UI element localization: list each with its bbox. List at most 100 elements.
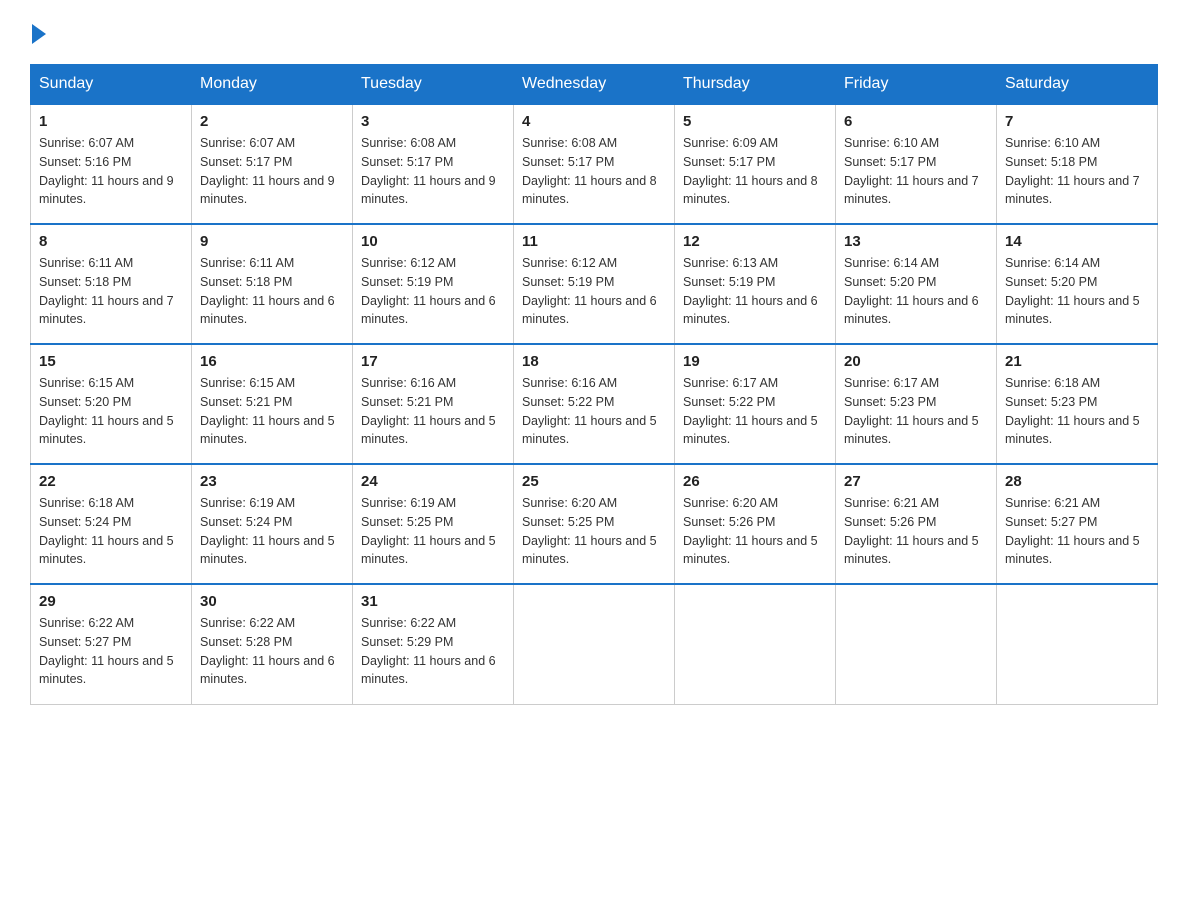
day-info: Sunrise: 6:12 AMSunset: 5:19 PMDaylight:… bbox=[361, 254, 505, 329]
day-number: 6 bbox=[844, 113, 988, 130]
day-info: Sunrise: 6:15 AMSunset: 5:21 PMDaylight:… bbox=[200, 374, 344, 449]
day-info: Sunrise: 6:21 AMSunset: 5:26 PMDaylight:… bbox=[844, 494, 988, 569]
table-row: 26 Sunrise: 6:20 AMSunset: 5:26 PMDayligh… bbox=[675, 464, 836, 584]
table-row: 7Sunrise: 6:10 AMSunset: 5:18 PMDaylight… bbox=[997, 104, 1158, 224]
day-info: Sunrise: 6:19 AMSunset: 5:25 PMDaylight:… bbox=[361, 494, 505, 569]
day-info: Sunrise: 6:19 AMSunset: 5:24 PMDaylight:… bbox=[200, 494, 344, 569]
day-info: Sunrise: 6:18 AMSunset: 5:23 PMDaylight:… bbox=[1005, 374, 1149, 449]
table-row: 11 Sunrise: 6:12 AMSunset: 5:19 PMDayligh… bbox=[514, 224, 675, 344]
day-number: 12 bbox=[683, 233, 827, 250]
header-wednesday: Wednesday bbox=[514, 65, 675, 105]
logo bbox=[30, 20, 46, 44]
day-number: 28 bbox=[1005, 473, 1149, 490]
day-info: Sunrise: 6:11 AMSunset: 5:18 PMDaylight:… bbox=[200, 254, 344, 329]
table-row: 29 Sunrise: 6:22 AMSunset: 5:27 PMDayligh… bbox=[31, 584, 192, 704]
table-row: 28 Sunrise: 6:21 AMSunset: 5:27 PMDayligh… bbox=[997, 464, 1158, 584]
day-number: 14 bbox=[1005, 233, 1149, 250]
calendar-table: Sunday Monday Tuesday Wednesday Thursday… bbox=[30, 64, 1158, 705]
day-number: 20 bbox=[844, 353, 988, 370]
table-row: 9 Sunrise: 6:11 AMSunset: 5:18 PMDaylight… bbox=[192, 224, 353, 344]
calendar-week-row: 22 Sunrise: 6:18 AMSunset: 5:24 PMDayligh… bbox=[31, 464, 1158, 584]
day-info: Sunrise: 6:07 AMSunset: 5:16 PMDaylight:… bbox=[39, 134, 183, 209]
table-row: 23 Sunrise: 6:19 AMSunset: 5:24 PMDayligh… bbox=[192, 464, 353, 584]
day-number: 13 bbox=[844, 233, 988, 250]
day-info: Sunrise: 6:17 AMSunset: 5:22 PMDaylight:… bbox=[683, 374, 827, 449]
calendar-week-row: 29 Sunrise: 6:22 AMSunset: 5:27 PMDayligh… bbox=[31, 584, 1158, 704]
day-info: Sunrise: 6:11 AMSunset: 5:18 PMDaylight:… bbox=[39, 254, 183, 329]
day-info: Sunrise: 6:09 AMSunset: 5:17 PMDaylight:… bbox=[683, 134, 827, 209]
day-info: Sunrise: 6:17 AMSunset: 5:23 PMDaylight:… bbox=[844, 374, 988, 449]
header-thursday: Thursday bbox=[675, 65, 836, 105]
day-info: Sunrise: 6:08 AMSunset: 5:17 PMDaylight:… bbox=[361, 134, 505, 209]
day-info: Sunrise: 6:13 AMSunset: 5:19 PMDaylight:… bbox=[683, 254, 827, 329]
table-row: 13 Sunrise: 6:14 AMSunset: 5:20 PMDayligh… bbox=[836, 224, 997, 344]
day-info: Sunrise: 6:12 AMSunset: 5:19 PMDaylight:… bbox=[522, 254, 666, 329]
table-row bbox=[836, 584, 997, 704]
page-header bbox=[30, 20, 1158, 44]
day-number: 9 bbox=[200, 233, 344, 250]
day-number: 15 bbox=[39, 353, 183, 370]
day-info: Sunrise: 6:20 AMSunset: 5:26 PMDaylight:… bbox=[683, 494, 827, 569]
day-number: 8 bbox=[39, 233, 183, 250]
table-row: 5 Sunrise: 6:09 AMSunset: 5:17 PMDaylight… bbox=[675, 104, 836, 224]
header-saturday: Saturday bbox=[997, 65, 1158, 105]
table-row: 18Sunrise: 6:16 AMSunset: 5:22 PMDayligh… bbox=[514, 344, 675, 464]
day-number: 5 bbox=[683, 113, 827, 130]
day-number: 3 bbox=[361, 113, 505, 130]
table-row bbox=[675, 584, 836, 704]
table-row: 3 Sunrise: 6:08 AMSunset: 5:17 PMDaylight… bbox=[353, 104, 514, 224]
day-number: 11 bbox=[522, 233, 666, 250]
table-row: 21 Sunrise: 6:18 AMSunset: 5:23 PMDayligh… bbox=[997, 344, 1158, 464]
day-info: Sunrise: 6:18 AMSunset: 5:24 PMDaylight:… bbox=[39, 494, 183, 569]
day-info: Sunrise: 6:22 AMSunset: 5:29 PMDaylight:… bbox=[361, 614, 505, 689]
calendar-week-row: 8 Sunrise: 6:11 AMSunset: 5:18 PMDaylight… bbox=[31, 224, 1158, 344]
calendar-week-row: 15 Sunrise: 6:15 AMSunset: 5:20 PMDayligh… bbox=[31, 344, 1158, 464]
header-sunday: Sunday bbox=[31, 65, 192, 105]
day-info: Sunrise: 6:20 AMSunset: 5:25 PMDaylight:… bbox=[522, 494, 666, 569]
table-row: 30 Sunrise: 6:22 AMSunset: 5:28 PMDayligh… bbox=[192, 584, 353, 704]
day-info: Sunrise: 6:21 AMSunset: 5:27 PMDaylight:… bbox=[1005, 494, 1149, 569]
table-row: 4 Sunrise: 6:08 AMSunset: 5:17 PMDaylight… bbox=[514, 104, 675, 224]
day-number: 31 bbox=[361, 593, 505, 610]
day-number: 4 bbox=[522, 113, 666, 130]
day-number: 17 bbox=[361, 353, 505, 370]
day-number: 30 bbox=[200, 593, 344, 610]
table-row: 1Sunrise: 6:07 AMSunset: 5:16 PMDaylight… bbox=[31, 104, 192, 224]
day-info: Sunrise: 6:16 AMSunset: 5:21 PMDaylight:… bbox=[361, 374, 505, 449]
day-info: Sunrise: 6:10 AMSunset: 5:18 PMDaylight:… bbox=[1005, 134, 1149, 209]
table-row: 16 Sunrise: 6:15 AMSunset: 5:21 PMDayligh… bbox=[192, 344, 353, 464]
table-row: 24 Sunrise: 6:19 AMSunset: 5:25 PMDayligh… bbox=[353, 464, 514, 584]
table-row: 14Sunrise: 6:14 AMSunset: 5:20 PMDayligh… bbox=[997, 224, 1158, 344]
table-row: 27 Sunrise: 6:21 AMSunset: 5:26 PMDayligh… bbox=[836, 464, 997, 584]
day-info: Sunrise: 6:16 AMSunset: 5:22 PMDaylight:… bbox=[522, 374, 666, 449]
table-row: 10 Sunrise: 6:12 AMSunset: 5:19 PMDayligh… bbox=[353, 224, 514, 344]
logo-arrow-icon bbox=[32, 24, 46, 44]
day-number: 26 bbox=[683, 473, 827, 490]
day-number: 16 bbox=[200, 353, 344, 370]
day-info: Sunrise: 6:22 AMSunset: 5:27 PMDaylight:… bbox=[39, 614, 183, 689]
header-monday: Monday bbox=[192, 65, 353, 105]
day-number: 29 bbox=[39, 593, 183, 610]
day-number: 25 bbox=[522, 473, 666, 490]
table-row bbox=[514, 584, 675, 704]
day-number: 24 bbox=[361, 473, 505, 490]
day-info: Sunrise: 6:07 AMSunset: 5:17 PMDaylight:… bbox=[200, 134, 344, 209]
header-tuesday: Tuesday bbox=[353, 65, 514, 105]
day-number: 22 bbox=[39, 473, 183, 490]
day-number: 10 bbox=[361, 233, 505, 250]
header-friday: Friday bbox=[836, 65, 997, 105]
day-number: 23 bbox=[200, 473, 344, 490]
day-info: Sunrise: 6:15 AMSunset: 5:20 PMDaylight:… bbox=[39, 374, 183, 449]
day-info: Sunrise: 6:08 AMSunset: 5:17 PMDaylight:… bbox=[522, 134, 666, 209]
table-row: 12 Sunrise: 6:13 AMSunset: 5:19 PMDayligh… bbox=[675, 224, 836, 344]
table-row: 19Sunrise: 6:17 AMSunset: 5:22 PMDayligh… bbox=[675, 344, 836, 464]
day-number: 27 bbox=[844, 473, 988, 490]
table-row: 8 Sunrise: 6:11 AMSunset: 5:18 PMDaylight… bbox=[31, 224, 192, 344]
day-number: 21 bbox=[1005, 353, 1149, 370]
day-info: Sunrise: 6:14 AMSunset: 5:20 PMDaylight:… bbox=[844, 254, 988, 329]
table-row: 20 Sunrise: 6:17 AMSunset: 5:23 PMDayligh… bbox=[836, 344, 997, 464]
table-row: 22 Sunrise: 6:18 AMSunset: 5:24 PMDayligh… bbox=[31, 464, 192, 584]
calendar-header-row: Sunday Monday Tuesday Wednesday Thursday… bbox=[31, 65, 1158, 105]
day-info: Sunrise: 6:22 AMSunset: 5:28 PMDaylight:… bbox=[200, 614, 344, 689]
table-row: 25 Sunrise: 6:20 AMSunset: 5:25 PMDayligh… bbox=[514, 464, 675, 584]
